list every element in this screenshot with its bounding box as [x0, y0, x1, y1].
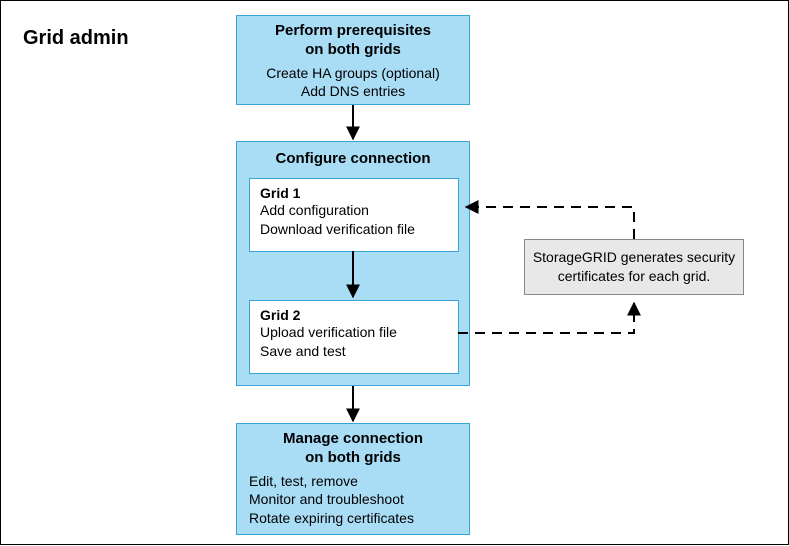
diagram-title: Grid admin: [23, 27, 129, 50]
step-configure-connection: Configure connection Grid 1 Add configur…: [236, 141, 470, 386]
step-manage-heading1: Manage connection: [249, 430, 457, 449]
step-prerequisites-line2: Add DNS entries: [247, 82, 459, 101]
note-line2: certificates for each grid.: [531, 267, 737, 286]
step-manage-heading2: on both grids: [249, 449, 457, 468]
step-prerequisites-heading2: on both grids: [247, 41, 459, 60]
step-manage-line1: Edit, test, remove: [249, 472, 457, 491]
step-manage-connection: Manage connection on both grids Edit, te…: [236, 423, 470, 535]
step-manage-line3: Rotate expiring certificates: [249, 509, 457, 528]
substep-grid1-line2: Download verification file: [260, 220, 448, 239]
step-prerequisites: Perform prerequisites on both grids Crea…: [236, 15, 470, 105]
substep-grid1-line1: Add configuration: [260, 201, 448, 220]
step-configure-heading: Configure connection: [249, 150, 457, 169]
note-certificates: StorageGRID generates security certifica…: [524, 239, 744, 295]
arrow-note-to-grid1: [466, 207, 634, 239]
diagram-canvas: Grid admin Perform prerequisites on both…: [0, 0, 789, 545]
substep-grid2-heading: Grid 2: [260, 307, 448, 323]
step-prerequisites-heading1: Perform prerequisites: [247, 22, 459, 41]
substep-grid1-heading: Grid 1: [260, 185, 448, 201]
note-line1: StorageGRID generates security: [531, 248, 737, 267]
substep-grid2: Grid 2 Upload verification file Save and…: [249, 300, 459, 374]
substep-grid1: Grid 1 Add configuration Download verifi…: [249, 178, 459, 252]
substep-grid2-line1: Upload verification file: [260, 323, 448, 342]
substep-grid2-line2: Save and test: [260, 342, 448, 361]
arrow-grid2-to-note: [458, 303, 634, 333]
step-manage-line2: Monitor and troubleshoot: [249, 490, 457, 509]
step-prerequisites-line1: Create HA groups (optional): [247, 64, 459, 83]
